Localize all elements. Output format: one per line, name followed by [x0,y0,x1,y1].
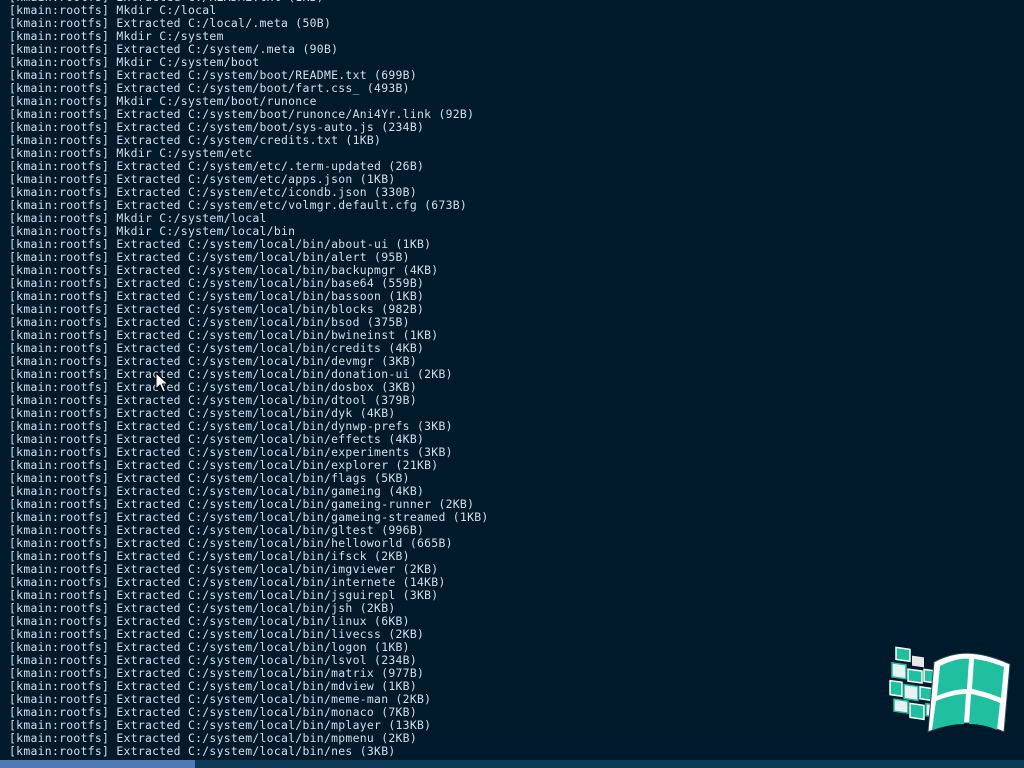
log-line: [kmain:rootfs] Extracted C:/system/local… [9,277,425,290]
log-line: [kmain:rootfs] Extracted C:/system/local… [9,498,475,511]
log-line: [kmain:rootfs] Extracted C:/system/local… [9,641,410,654]
log-line: [kmain:rootfs] Extracted C:/system/local… [9,251,410,264]
log-line: [kmain:rootfs] Extracted C:/system/etc/a… [9,173,396,186]
log-line: [kmain:rootfs] Mkdir C:/system/local/bin [9,225,296,238]
log-line: [kmain:rootfs] Mkdir C:/system/boot [9,56,260,69]
log-line: [kmain:rootfs] Extracted C:/system/credi… [9,134,382,147]
log-line: [kmain:rootfs] Mkdir C:/system [9,30,224,43]
log-line: [kmain:rootfs] Extracted C:/system/local… [9,355,417,368]
log-line: [kmain:rootfs] Extracted C:/system/local… [9,537,453,550]
log-line: [kmain:rootfs] Extracted C:/system/boot/… [9,82,410,95]
log-line: [kmain:rootfs] Extracted C:/system/local… [9,446,453,459]
log-line: [kmain:rootfs] Extracted C:/system/local… [9,394,417,407]
log-line: [kmain:rootfs] Extracted C:/system/etc/v… [9,199,468,212]
log-line: [kmain:rootfs] Extracted C:/system/local… [9,602,396,615]
log-line: [kmain:rootfs] Extracted C:/system/.meta… [9,43,339,56]
boot-progress-bar [0,760,1024,768]
log-line: [kmain:rootfs] Extracted C:/system/local… [9,472,410,485]
mouse-pointer-icon [155,372,169,393]
log-line: [kmain:rootfs] Mkdir C:/system/boot/runo… [9,95,317,108]
log-line: [kmain:rootfs] Extracted C:/system/local… [9,706,417,719]
log-line: [kmain:rootfs] Extracted C:/system/local… [9,563,439,576]
boot-screen: [kmain:rootfs] Extracted C:/README.txt (… [0,0,1024,768]
log-line: [kmain:rootfs] Extracted C:/system/local… [9,732,417,745]
log-line: [kmain:rootfs] Extracted C:/system/local… [9,303,425,316]
log-line: [kmain:rootfs] Extracted C:/system/boot/… [9,69,417,82]
log-line: [kmain:rootfs] Extracted C:/system/local… [9,667,425,680]
log-line: [kmain:rootfs] Extracted C:/system/local… [9,719,432,732]
log-line: [kmain:rootfs] Extracted C:/system/local… [9,693,432,706]
log-line: [kmain:rootfs] Extracted C:/system/local… [9,290,425,303]
log-line: [kmain:rootfs] Extracted C:/system/boot/… [9,121,425,134]
log-line: [kmain:rootfs] Extracted C:/system/local… [9,511,489,524]
log-line: [kmain:rootfs] Extracted C:/system/local… [9,680,417,693]
log-line: [kmain:rootfs] Extracted C:/system/local… [9,576,446,589]
log-line: [kmain:rootfs] Extracted C:/system/local… [9,485,425,498]
windows-flag-logo-icon [889,646,1011,733]
log-line: [kmain:rootfs] Extracted C:/local/.meta … [9,17,332,30]
log-line: [kmain:rootfs] Extracted C:/system/etc/.… [9,160,425,173]
log-line: [kmain:rootfs] Extracted C:/system/local… [9,407,396,420]
log-line: [kmain:rootfs] Extracted C:/system/local… [9,433,425,446]
log-line: [kmain:rootfs] Mkdir C:/local [9,4,217,17]
boot-progress-fill [0,760,195,768]
log-line: [kmain:rootfs] Extracted C:/system/local… [9,342,425,355]
log-line: [kmain:rootfs] Mkdir C:/system/local [9,212,267,225]
log-line: [kmain:rootfs] Extracted C:/system/local… [9,316,410,329]
log-line: [kmain:rootfs] Extracted C:/system/local… [9,238,432,251]
log-line: [kmain:rootfs] Extracted C:/system/local… [9,615,410,628]
log-line: [kmain:rootfs] Extracted C:/system/local… [9,524,425,537]
log-line: [kmain:rootfs] Extracted C:/system/local… [9,329,439,342]
log-line: [kmain:rootfs] Extracted C:/system/local… [9,654,417,667]
log-line: [kmain:rootfs] Extracted C:/system/local… [9,550,410,563]
log-line: [kmain:rootfs] Extracted C:/system/local… [9,420,453,433]
log-line: [kmain:rootfs] Extracted C:/system/local… [9,589,439,602]
log-line: [kmain:rootfs] Extracted C:/system/local… [9,459,439,472]
log-line: [kmain:rootfs] Extracted C:/system/local… [9,264,439,277]
log-line: [kmain:rootfs] Extracted C:/system/local… [9,745,396,758]
log-line: [kmain:rootfs] Extracted C:/system/local… [9,628,425,641]
log-line: [kmain:rootfs] Mkdir C:/system/etc [9,147,253,160]
log-line: [kmain:rootfs] Extracted C:/system/boot/… [9,108,475,121]
log-line: [kmain:rootfs] Extracted C:/system/etc/i… [9,186,417,199]
